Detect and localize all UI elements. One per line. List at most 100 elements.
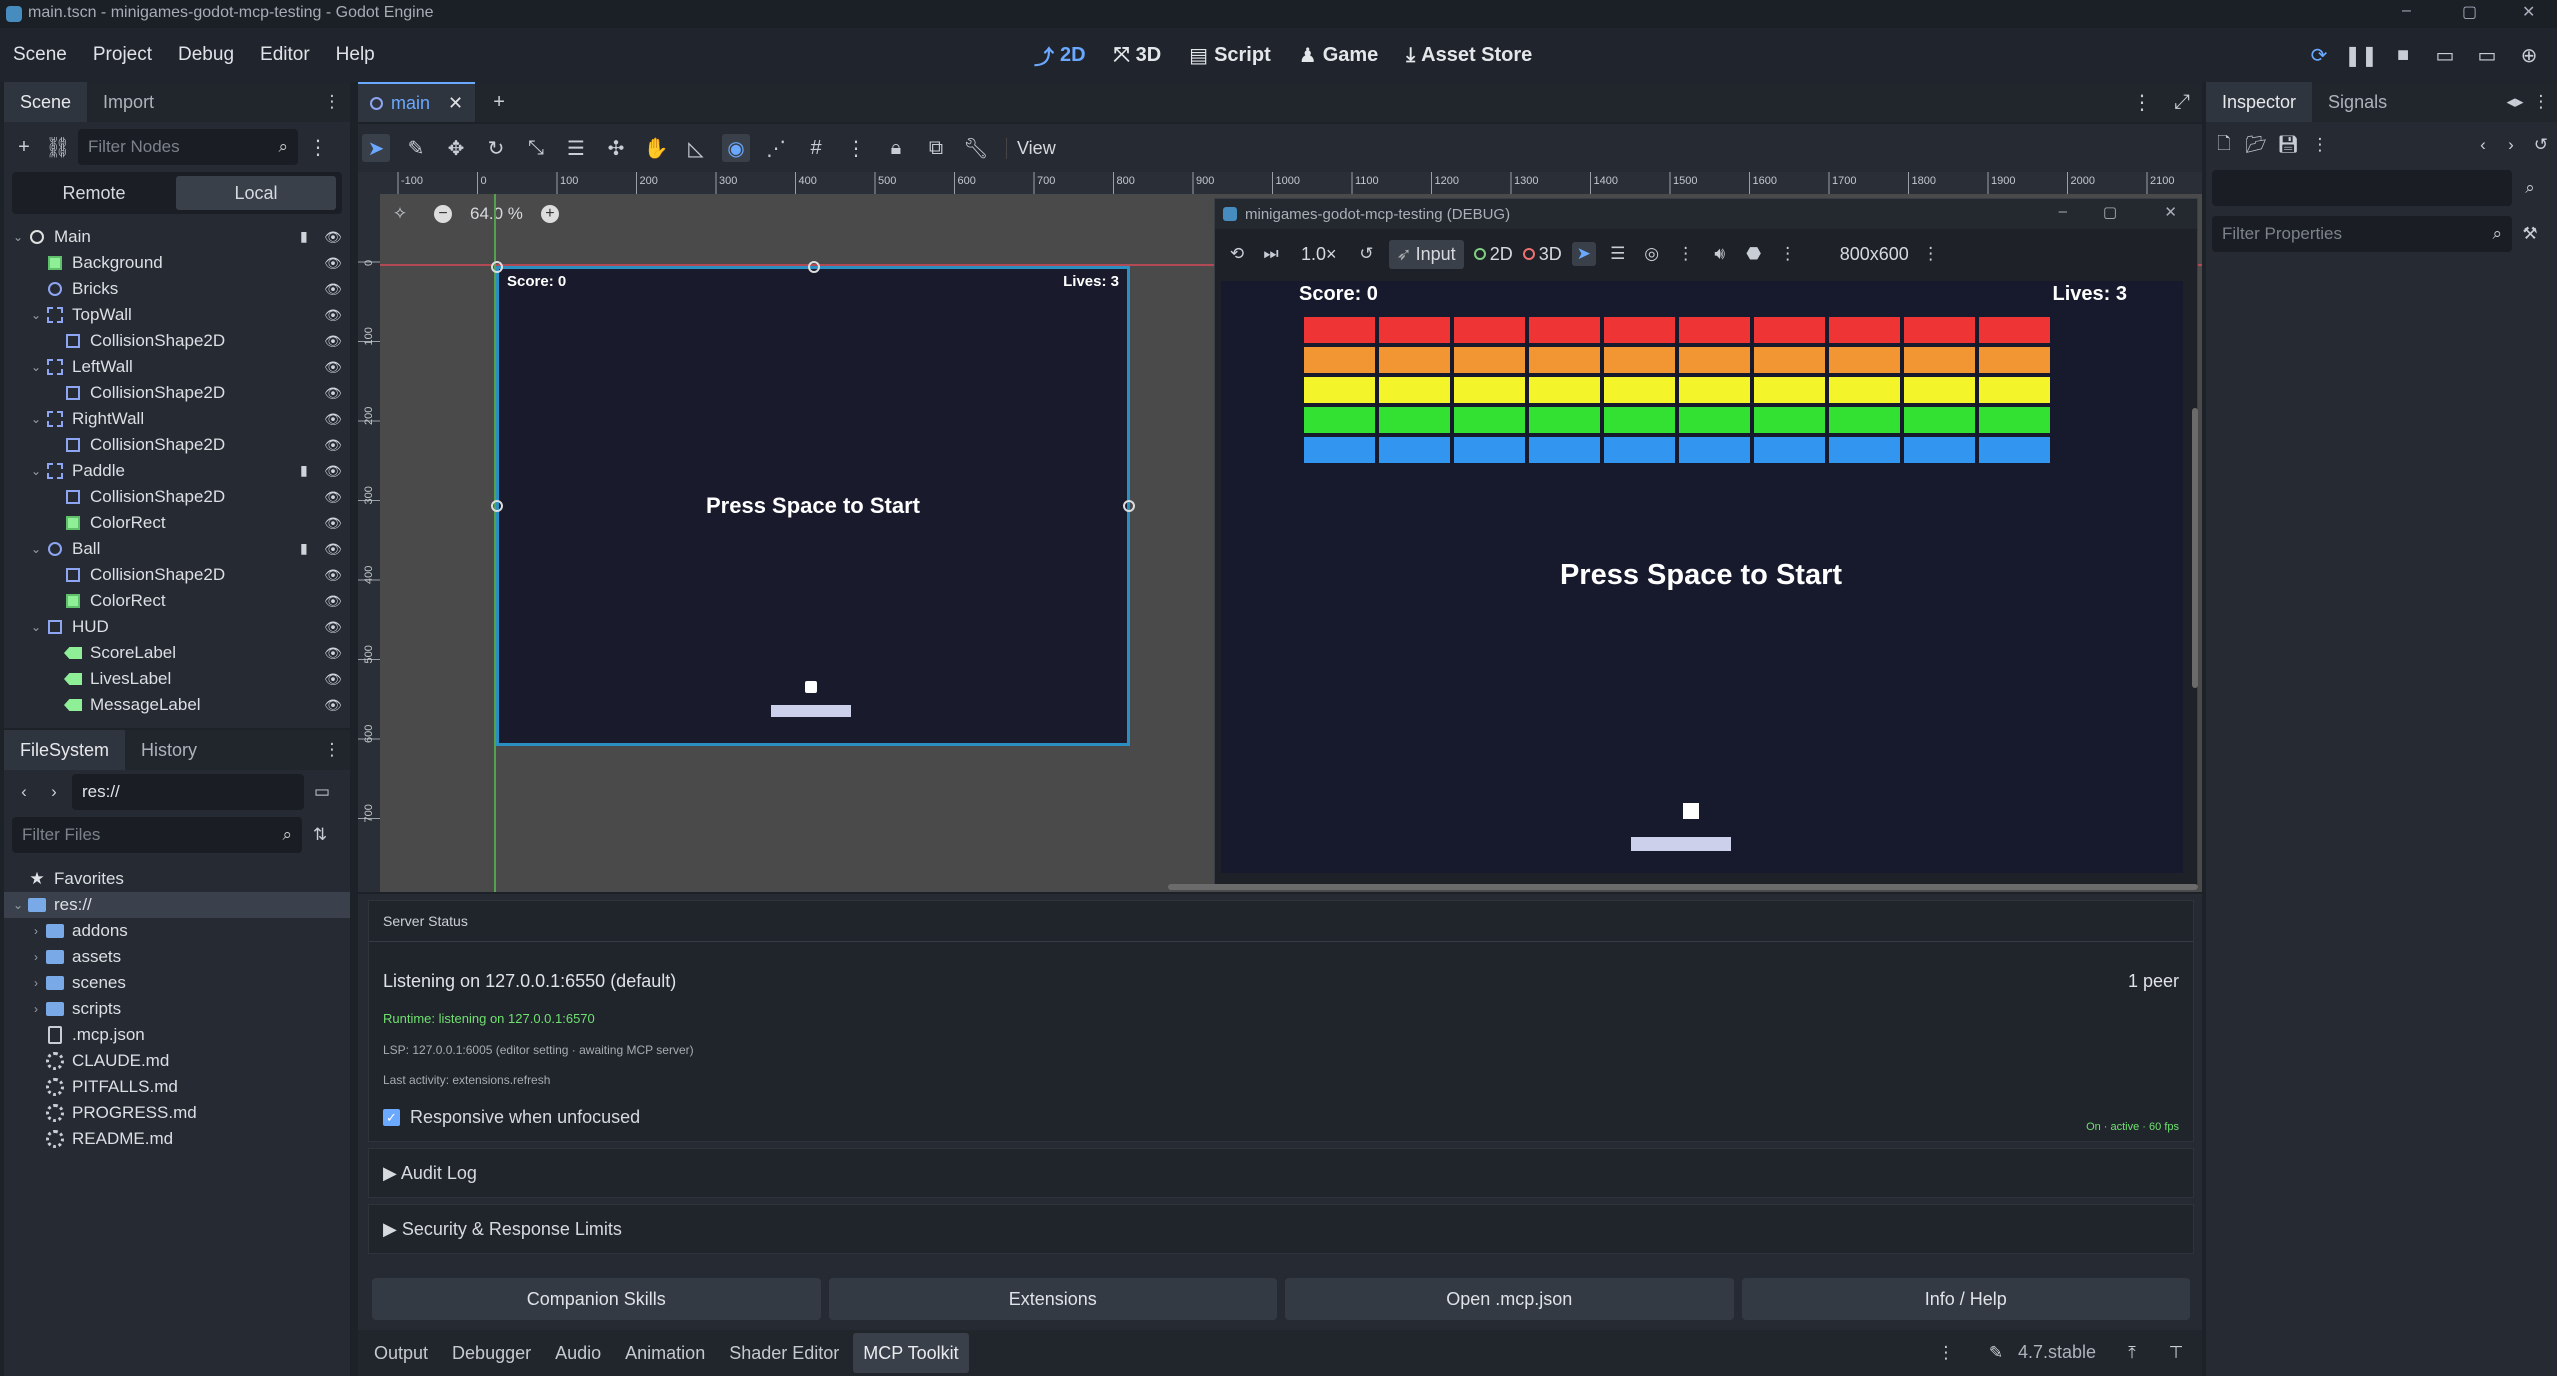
path-input[interactable]: res:// bbox=[72, 774, 304, 810]
bottom-tab-shader-editor[interactable]: Shader Editor bbox=[719, 1333, 849, 1373]
minimize-icon[interactable]: – bbox=[2402, 2, 2411, 20]
scene-node[interactable]: ColorRect 👁︎ bbox=[4, 510, 350, 536]
visibility-eye-icon[interactable]: 👁︎ bbox=[324, 514, 342, 532]
open-mcp-json-button[interactable]: Open .mcp.json bbox=[1285, 1278, 1734, 1320]
2d-viewport[interactable]: -100 0 100 200 300 400 500 600 700 800 900 1000 1100… bbox=[358, 172, 2202, 892]
chevron-down-icon[interactable]: ⌄ bbox=[28, 542, 44, 556]
fs-menu-icon[interactable]: ⋮ bbox=[320, 738, 344, 762]
workspace-game[interactable]: ♟ Game bbox=[1285, 43, 1393, 68]
bottom-tab-debugger[interactable]: Debugger bbox=[442, 1333, 541, 1373]
filter-nodes-input[interactable]: Filter Nodes ⌕ bbox=[78, 129, 298, 165]
tab-scene[interactable]: Scene bbox=[4, 82, 88, 122]
file-item[interactable]: CLAUDE.md bbox=[4, 1048, 350, 1074]
visibility-eye-icon[interactable]: 👁︎ bbox=[324, 384, 342, 402]
paint-tool-icon[interactable]: ✎ bbox=[402, 134, 430, 162]
bottom-tab-output[interactable]: Output bbox=[364, 1333, 438, 1373]
split-view-icon[interactable]: ▭ bbox=[310, 780, 334, 804]
chevron-down-icon[interactable]: ⌄ bbox=[28, 620, 44, 634]
tab-inspector[interactable]: Inspector bbox=[2206, 82, 2313, 122]
viewport-hscrollbar[interactable] bbox=[1168, 884, 2198, 890]
workspace-asset-store[interactable]: ⤓ Asset Store bbox=[1392, 44, 1546, 67]
history-icon[interactable]: ↺ bbox=[2529, 133, 2553, 157]
visibility-eye-icon[interactable]: 👁︎ bbox=[324, 228, 342, 246]
snap-toggle-icon[interactable]: ◉ bbox=[722, 134, 750, 162]
visibility-eye-icon[interactable]: 👁︎ bbox=[324, 644, 342, 662]
game-more-icon[interactable]: ⋮ bbox=[1674, 242, 1698, 266]
inspector-tools-icon[interactable]: ⚒ bbox=[2518, 222, 2542, 246]
scene-node[interactable]: CollisionShape2D 👁︎ bbox=[4, 484, 350, 510]
bottom-menu-icon[interactable]: ⋮ bbox=[1934, 1341, 1958, 1365]
tab-import[interactable]: Import bbox=[87, 82, 170, 122]
file-item[interactable]: PITFALLS.md bbox=[4, 1074, 350, 1100]
scale-tool-icon[interactable]: ⤡ bbox=[522, 134, 550, 162]
pin-panel-icon[interactable]: ⊤ bbox=[2164, 1341, 2188, 1365]
game-screen[interactable]: Score: 0 Lives: 3 Press Space to Start bbox=[1221, 281, 2183, 873]
chevron-down-icon[interactable]: ⌄ bbox=[10, 898, 26, 912]
scene-node[interactable]: ⌄ RightWall 👁︎ bbox=[4, 406, 350, 432]
scene-node[interactable]: ⌄ LeftWall 👁︎ bbox=[4, 354, 350, 380]
selection-handle[interactable] bbox=[808, 261, 820, 273]
scene-node[interactable]: ScoreLabel 👁︎ bbox=[4, 640, 350, 666]
script-attached-icon[interactable]: ▮ bbox=[300, 462, 316, 480]
distraction-free-icon[interactable]: ⤢ bbox=[2168, 88, 2196, 116]
forward-icon[interactable]: › bbox=[42, 780, 66, 804]
chevron-right-icon[interactable]: › bbox=[28, 1002, 44, 1016]
scene-node[interactable]: LivesLabel 👁︎ bbox=[4, 666, 350, 692]
resolution-more-icon[interactable]: ⋮ bbox=[1919, 242, 1943, 266]
scene-node[interactable]: ⌄ Main ▮ 👁︎ bbox=[4, 224, 350, 250]
viewport-vscrollbar[interactable] bbox=[2192, 408, 2198, 688]
reload-icon[interactable]: ⟳ bbox=[2305, 41, 2333, 69]
visibility-eye-icon[interactable]: 👁︎ bbox=[324, 254, 342, 272]
scene-options-icon[interactable]: ⋮ bbox=[304, 133, 332, 161]
new-tab-icon[interactable]: + bbox=[485, 88, 513, 116]
chevron-down-icon[interactable]: ⌄ bbox=[28, 464, 44, 478]
file-item[interactable]: PROGRESS.md bbox=[4, 1100, 350, 1126]
script-attached-icon[interactable]: ▮ bbox=[300, 540, 316, 558]
selection-handle[interactable] bbox=[1123, 500, 1135, 512]
resource-menu-icon[interactable]: ⋮ bbox=[2308, 133, 2332, 157]
chevron-down-icon[interactable]: ⌄ bbox=[10, 230, 26, 244]
scene-node[interactable]: CollisionShape2D 👁︎ bbox=[4, 432, 350, 458]
movie-maker-icon[interactable]: ⊕ bbox=[2515, 41, 2543, 69]
menu-debug[interactable]: Debug bbox=[165, 44, 247, 66]
security-section[interactable]: ▶ Security & Response Limits bbox=[368, 1204, 2194, 1254]
sort-icon[interactable]: ⇅ bbox=[308, 823, 332, 847]
file-item[interactable]: .mcp.json bbox=[4, 1022, 350, 1048]
scene-node[interactable]: CollisionShape2D 👁︎ bbox=[4, 380, 350, 406]
tab-filesystem[interactable]: FileSystem bbox=[4, 730, 126, 770]
visibility-eye-icon[interactable]: 👁︎ bbox=[324, 488, 342, 506]
close-window-icon[interactable]: ✕ bbox=[2522, 2, 2535, 22]
menu-scene[interactable]: Scene bbox=[0, 44, 80, 66]
tabs-menu-icon[interactable]: ⋮ bbox=[2128, 88, 2156, 116]
tab-main-scene[interactable]: main ✕ bbox=[358, 82, 476, 122]
play-custom-icon[interactable]: ▭ bbox=[2473, 41, 2501, 69]
new-resource-icon[interactable]: 🗋︎ bbox=[2212, 133, 2236, 157]
scene-node[interactable]: MessageLabel 👁︎ bbox=[4, 692, 350, 718]
grid-snap-icon[interactable]: # bbox=[802, 134, 830, 162]
mode-2d-toggle[interactable]: 2D bbox=[1473, 244, 1513, 265]
maximize-icon[interactable]: ▢ bbox=[2462, 2, 2477, 22]
suspend-icon[interactable]: ⟲ bbox=[1225, 242, 1249, 266]
inspector-menu-icon[interactable]: ⋮ bbox=[2529, 90, 2553, 114]
local-button[interactable]: Local bbox=[176, 176, 336, 210]
scene-node[interactable]: ⌄ HUD 👁︎ bbox=[4, 614, 350, 640]
history-forward-icon[interactable]: › bbox=[2499, 133, 2523, 157]
list-select-icon[interactable]: ☰ bbox=[562, 134, 590, 162]
visibility-eye-icon[interactable]: 👁︎ bbox=[324, 462, 342, 480]
scene-node[interactable]: ⌄ Ball ▮ 👁︎ bbox=[4, 536, 350, 562]
scene-node[interactable]: CollisionShape2D 👁︎ bbox=[4, 562, 350, 588]
zoom-in-icon[interactable]: + bbox=[540, 205, 559, 223]
group-icon[interactable]: ⧉ bbox=[922, 134, 950, 162]
visibility-eye-icon[interactable]: 👁︎ bbox=[324, 618, 342, 636]
chevron-down-icon[interactable]: ⌄ bbox=[28, 360, 44, 374]
select-tool-icon[interactable]: ➤ bbox=[362, 134, 390, 162]
visibility-eye-icon[interactable]: 👁︎ bbox=[324, 540, 342, 558]
visibility-eye-icon[interactable]: 👁︎ bbox=[324, 332, 342, 350]
visibility-eye-icon[interactable]: 👁︎ bbox=[324, 280, 342, 298]
chevron-right-icon[interactable]: › bbox=[28, 976, 44, 990]
resolution[interactable]: 800x600 bbox=[1840, 244, 1909, 265]
object-path-field[interactable] bbox=[2212, 170, 2512, 206]
pivot-tool-icon[interactable]: ✣ bbox=[602, 134, 630, 162]
history-back-icon[interactable]: ‹ bbox=[2471, 133, 2495, 157]
selection-handle[interactable] bbox=[491, 261, 503, 273]
